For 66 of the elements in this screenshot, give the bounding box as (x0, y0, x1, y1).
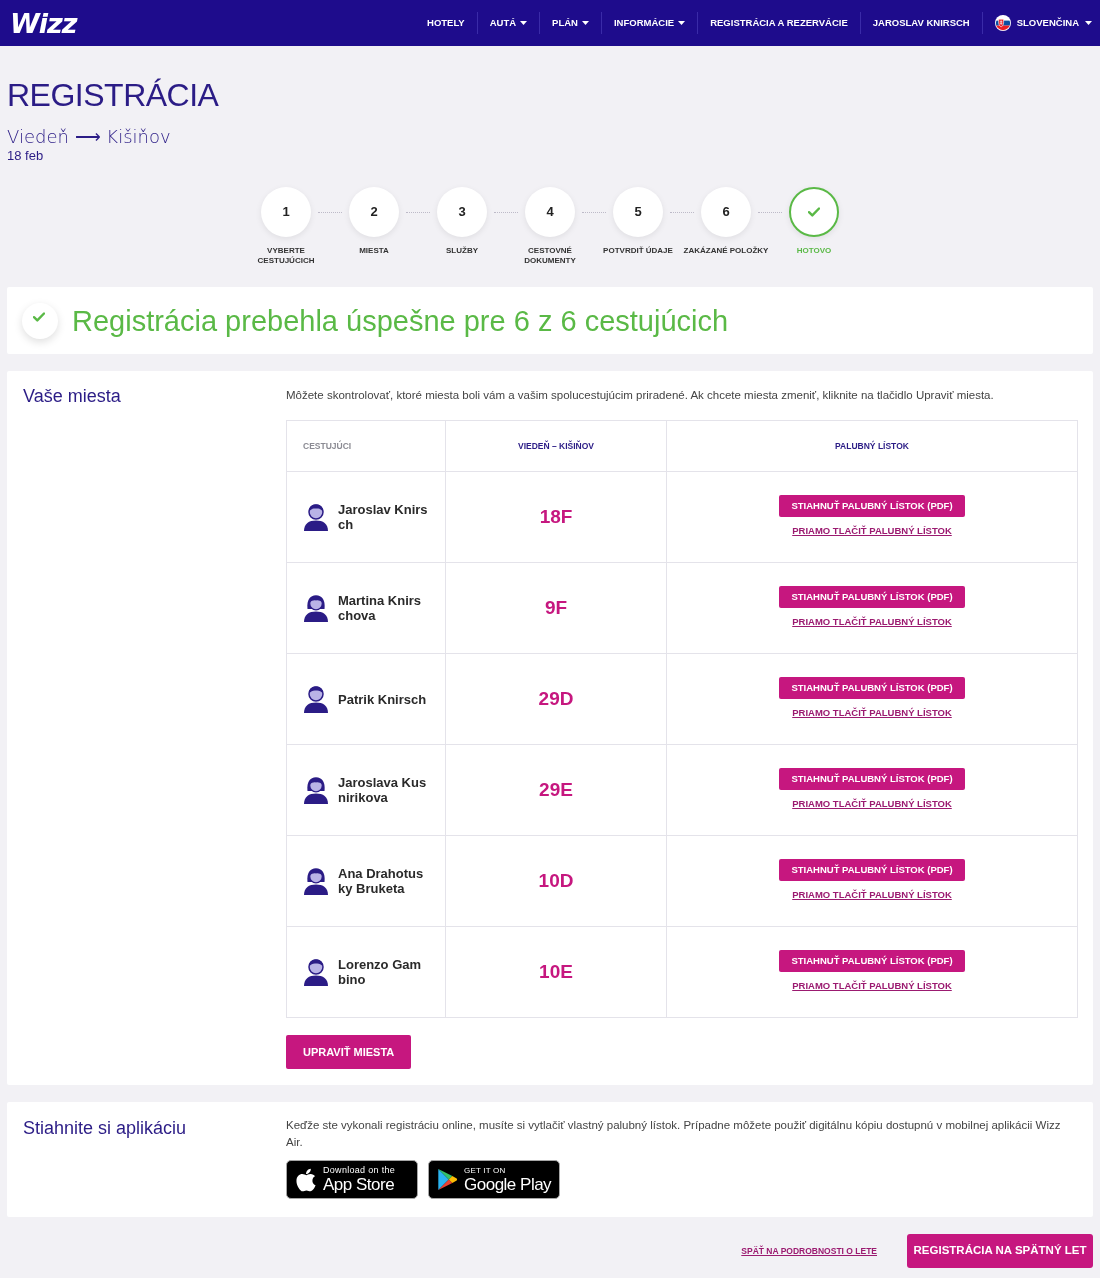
nav-item[interactable]: INFORMÁCIE (602, 18, 698, 28)
app-info-text: Keďže ste vykonali registráciu online, musíte si vytlačiť vlastný palubný lístok. Prípadne môžete použiť digitálnu kópiu dostupnú v mobilnej aplikácii Wizz Air. (286, 1118, 1062, 1150)
passenger-name: Jaroslava Kusnirikova (338, 775, 428, 805)
print-boarding-pass-link[interactable]: PRIAMO TLAČIŤ PALUBNÝ LÍSTOK (792, 615, 952, 630)
step-label: SLUŽBY (446, 246, 478, 257)
seat-number: 29D (538, 687, 574, 709)
print-boarding-pass-link[interactable]: PRIAMO TLAČIŤ PALUBNÝ LÍSTOK (792, 524, 952, 539)
step-label: ZAKÁZANÉ POLOŽKY (683, 246, 769, 257)
step-label: CESTOVNÉ DOKUMENTY (523, 246, 577, 266)
passenger-name: Jaroslav Knirsch (338, 502, 428, 532)
print-boarding-pass-link[interactable]: PRIAMO TLAČIŤ PALUBNÝ LÍSTOK (792, 706, 952, 721)
nav-item[interactable]: HOTELY (415, 18, 477, 28)
seat-number: 10D (538, 869, 574, 891)
section-heading: Vaše miesta (23, 385, 121, 407)
download-boarding-pass-button[interactable]: STIAHNUŤ PALUBNÝ LÍSTOK (PDF) (779, 495, 965, 518)
nav-item[interactable]: REGISTRÁCIA A REZERVÁCIE (698, 18, 860, 28)
app-store-badge[interactable]: Download on the App Store (286, 1160, 418, 1199)
print-boarding-pass-link[interactable]: PRIAMO TLAČIŤ PALUBNÝ LÍSTOK (792, 979, 952, 994)
step-label: HOTOVO (796, 246, 832, 257)
download-boarding-pass-button[interactable]: STIAHNUŤ PALUBNÝ LÍSTOK (PDF) (779, 586, 965, 609)
google-play-badge[interactable]: GET IT ON Google Play (428, 1160, 560, 1199)
passenger-name: Martina Knirschova (338, 593, 423, 623)
column-header: VIEDEŇ – KIŠIŇOV (445, 420, 667, 472)
success-message: Registrácia prebehla úspešne pre 6 z 6 cestujúcich (72, 303, 729, 338)
nav-item[interactable]: PLÁN (540, 18, 601, 28)
play-triangle-icon (437, 1168, 458, 1191)
step-label: MIESTA (359, 246, 389, 257)
flag-icon (994, 15, 1011, 31)
nav-item[interactable]: JAROSLAV KNIRSCH (860, 18, 982, 28)
passenger-name: Lorenzo Gambino (338, 957, 423, 987)
step-label: POTVRDIŤ ÚDAJE (603, 246, 673, 257)
print-boarding-pass-link[interactable]: PRIAMO TLAČIŤ PALUBNÝ LÍSTOK (792, 888, 952, 903)
woman-avatar-icon (303, 867, 329, 895)
back-to-flight-details-link[interactable]: SPÄŤ NA PODROBNOSTI O LETE (741, 1244, 877, 1258)
wizz-logo[interactable]: Wizz (10, 9, 77, 37)
page-title: REGISTRÁCIA (7, 77, 219, 113)
section-heading: Stiahnite si aplikáciu (23, 1117, 187, 1139)
download-boarding-pass-button[interactable]: STIAHNUŤ PALUBNÝ LÍSTOK (PDF) (779, 950, 965, 973)
step-label: VYBERTE CESTUJÚCICH (256, 246, 316, 266)
column-header: PALUBNÝ LÍSTOK (666, 420, 1078, 472)
passenger-name: Patrik Knirsch (338, 691, 428, 707)
seats-description: Môžete skontrolovať, ktoré miesta boli vám a vašim spolucestujúcim priradené. Ak chcete miesta zmeniť, kliknite na tlačidlo Upraviť miesta. (286, 388, 995, 403)
seat-number: 29E (539, 778, 573, 800)
edit-seats-button[interactable]: UPRAVIŤ MIESTA (286, 1035, 412, 1069)
column-header: CESTUJÚCI (286, 420, 446, 472)
check-icon (808, 207, 820, 217)
woman-avatar-icon (303, 594, 329, 622)
passenger-name: Ana Drahotusky Bruketa (338, 866, 425, 896)
nav-item[interactable]: AUTÁ (477, 18, 540, 28)
print-boarding-pass-link[interactable]: PRIAMO TLAČIŤ PALUBNÝ LÍSTOK (792, 797, 952, 812)
flight-date: 18 feb (7, 148, 44, 164)
man-avatar-icon (303, 503, 329, 531)
download-boarding-pass-button[interactable]: STIAHNUŤ PALUBNÝ LÍSTOK (PDF) (779, 768, 965, 791)
seat-number: 18F (539, 505, 573, 527)
return-flight-checkin-button[interactable]: REGISTRÁCIA NA SPÄTNÝ LET (907, 1234, 1093, 1268)
download-boarding-pass-button[interactable]: STIAHNUŤ PALUBNÝ LÍSTOK (PDF) (779, 859, 965, 882)
route-text: Viedeň ⟶ Kišiňov (7, 126, 171, 148)
woman-avatar-icon (303, 776, 329, 804)
seat-number: 9F (544, 596, 568, 618)
download-boarding-pass-button[interactable]: STIAHNUŤ PALUBNÝ LÍSTOK (PDF) (779, 677, 965, 700)
man-avatar-icon (303, 958, 329, 986)
language-selector[interactable]: SLOVENČINA (982, 15, 1092, 31)
apple-icon (295, 1166, 317, 1193)
man-avatar-icon (303, 685, 329, 713)
check-icon (22, 302, 58, 339)
seat-number: 10E (539, 960, 573, 982)
